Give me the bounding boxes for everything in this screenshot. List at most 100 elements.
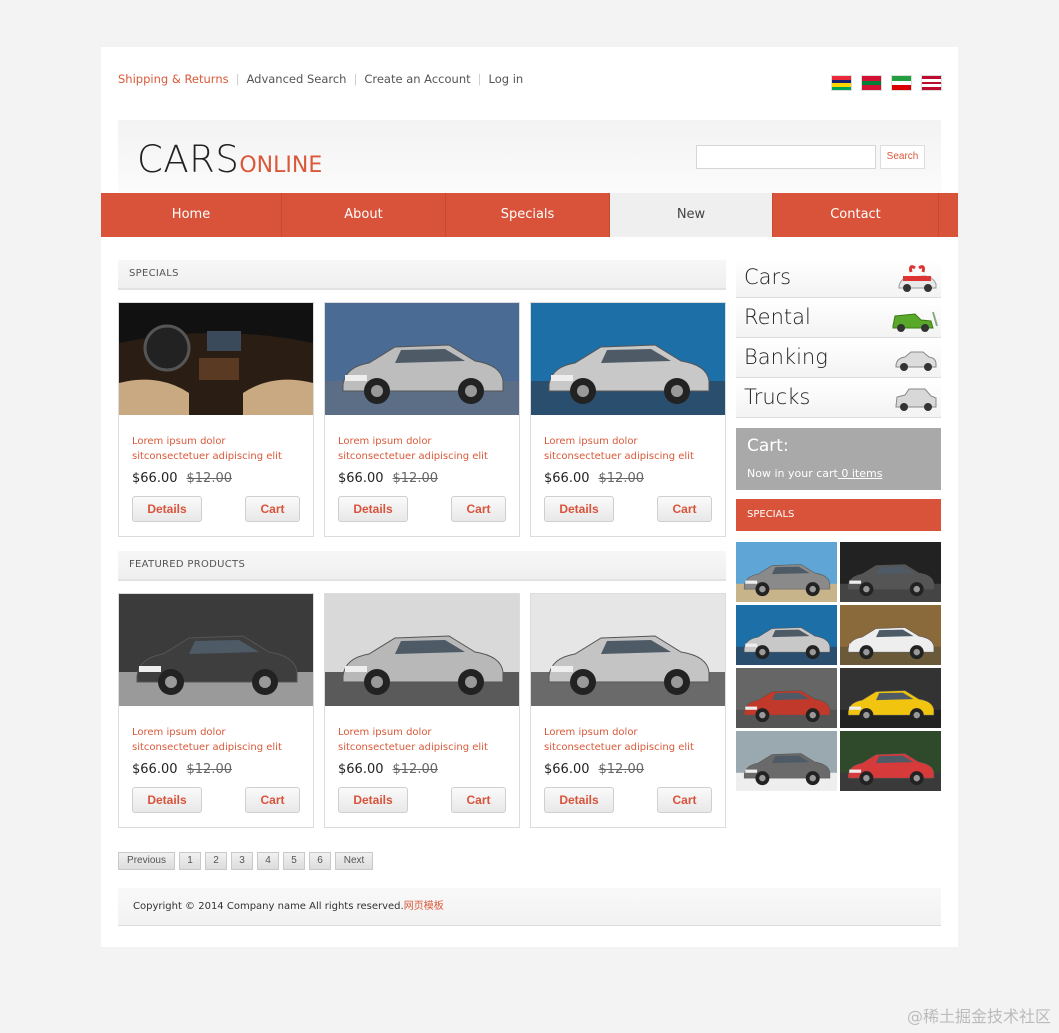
- special-product-card: Lorem ipsum dolor sitconsectetuer adipis…: [324, 302, 520, 537]
- special-product-card: Lorem ipsum dolor sitconsectetuer adipis…: [118, 302, 314, 537]
- special-thumbnail[interactable]: [840, 605, 941, 665]
- header: CARSONLINE Search: [118, 120, 941, 193]
- product-price: $66.00 $12.00: [338, 471, 438, 486]
- pagination: Previous 1 2 3 4 5 6 Next: [118, 852, 373, 870]
- product-image[interactable]: [325, 303, 519, 415]
- category-rental[interactable]: Rental: [736, 300, 941, 338]
- flag-iran-icon[interactable]: [891, 75, 912, 91]
- specials-section-title: SPECIALS: [118, 260, 726, 290]
- details-button[interactable]: Details: [544, 787, 614, 813]
- featured-product-card: Lorem ipsum dolor sitconsectetuer adipis…: [530, 593, 726, 828]
- pager-page-5[interactable]: 5: [283, 852, 305, 870]
- product-image[interactable]: [119, 303, 313, 415]
- product-description[interactable]: Lorem ipsum dolor sitconsectetuer adipis…: [544, 434, 716, 464]
- create-account-link[interactable]: Create an Account: [364, 72, 470, 86]
- logo-main-text: CARS: [137, 138, 240, 181]
- category-banking[interactable]: Banking: [736, 340, 941, 378]
- nav-new[interactable]: New: [610, 193, 773, 237]
- product-description[interactable]: Lorem ipsum dolor sitconsectetuer adipis…: [544, 725, 716, 755]
- special-thumbnail[interactable]: [736, 668, 837, 728]
- special-thumbnail[interactable]: [840, 731, 941, 791]
- details-button[interactable]: Details: [544, 496, 614, 522]
- old-price: $12.00: [392, 762, 439, 777]
- current-price: $66.00: [338, 762, 384, 777]
- pager-page-2[interactable]: 2: [205, 852, 227, 870]
- details-button[interactable]: Details: [132, 787, 202, 813]
- cart-items-link[interactable]: 0 items: [838, 467, 882, 480]
- cart-status: Now in your cart 0 items: [747, 467, 883, 480]
- add-to-cart-button[interactable]: Cart: [451, 496, 506, 522]
- category-label: Cars: [744, 265, 792, 289]
- current-price: $66.00: [544, 762, 590, 777]
- old-price: $12.00: [186, 762, 233, 777]
- add-to-cart-button[interactable]: Cart: [657, 496, 712, 522]
- special-thumbnail[interactable]: [736, 731, 837, 791]
- nav-specials[interactable]: Specials: [446, 193, 610, 237]
- product-price: $66.00 $12.00: [544, 471, 644, 486]
- pager-next[interactable]: Next: [335, 852, 373, 870]
- special-thumbnail[interactable]: [736, 542, 837, 602]
- sidebar-specials-title: SPECIALS: [736, 499, 941, 531]
- featured-product-card: Lorem ipsum dolor sitconsectetuer adipis…: [118, 593, 314, 828]
- product-description[interactable]: Lorem ipsum dolor sitconsectetuer adipis…: [132, 434, 304, 464]
- product-image[interactable]: [531, 303, 725, 415]
- green-car-icon: [892, 311, 938, 332]
- language-flags: [831, 75, 942, 91]
- special-thumbnail[interactable]: [840, 542, 941, 602]
- old-price: $12.00: [186, 471, 233, 486]
- advanced-search-link[interactable]: Advanced Search: [246, 72, 346, 86]
- pager-previous[interactable]: Previous: [118, 852, 175, 870]
- footer: Copyright © 2014 Company name All rights…: [118, 888, 941, 926]
- add-to-cart-button[interactable]: Cart: [451, 787, 506, 813]
- silver-car-icon: [895, 351, 937, 371]
- copyright-text: Copyright © 2014 Company name All rights…: [133, 901, 404, 912]
- product-image[interactable]: [325, 594, 519, 706]
- product-price: $66.00 $12.00: [338, 762, 438, 777]
- category-trucks[interactable]: Trucks: [736, 380, 941, 418]
- special-thumbnail[interactable]: [840, 668, 941, 728]
- product-image[interactable]: [531, 594, 725, 706]
- current-price: $66.00: [132, 471, 178, 486]
- add-to-cart-button[interactable]: Cart: [657, 787, 712, 813]
- watermark: @稀土掘金技术社区: [906, 1007, 1051, 1026]
- category-label: Rental: [744, 305, 811, 329]
- product-description[interactable]: Lorem ipsum dolor sitconsectetuer adipis…: [338, 725, 510, 755]
- details-button[interactable]: Details: [338, 787, 408, 813]
- top-links: Shipping & Returns | Advanced Search | Creat…: [118, 72, 524, 86]
- search-button[interactable]: Search: [880, 145, 925, 169]
- logo[interactable]: CARSONLINE: [137, 138, 322, 181]
- nav-contact[interactable]: Contact: [773, 193, 939, 237]
- nav-home[interactable]: Home: [101, 193, 282, 237]
- pager-page-6[interactable]: 6: [309, 852, 331, 870]
- nav-about[interactable]: About: [282, 193, 446, 237]
- shipping-returns-link[interactable]: Shipping & Returns: [118, 72, 229, 86]
- login-link[interactable]: Log in: [489, 72, 524, 86]
- logo-accent-text: ONLINE: [239, 153, 323, 178]
- add-to-cart-button[interactable]: Cart: [245, 496, 300, 522]
- details-button[interactable]: Details: [132, 496, 202, 522]
- search-input[interactable]: [696, 145, 876, 169]
- current-price: $66.00: [544, 471, 590, 486]
- silver-suv-icon: [895, 388, 937, 411]
- special-product-card: Lorem ipsum dolor sitconsectetuer adipis…: [530, 302, 726, 537]
- pager-page-4[interactable]: 4: [257, 852, 279, 870]
- product-description[interactable]: Lorem ipsum dolor sitconsectetuer adipis…: [132, 725, 304, 755]
- gift-car-icon: [898, 265, 937, 292]
- featured-section-title: FEATURED PRODUCTS: [118, 551, 726, 581]
- pager-page-3[interactable]: 3: [231, 852, 253, 870]
- product-description[interactable]: Lorem ipsum dolor sitconsectetuer adipis…: [338, 434, 510, 464]
- category-cars[interactable]: Cars: [736, 260, 941, 298]
- old-price: $12.00: [598, 471, 645, 486]
- special-thumbnail[interactable]: [736, 605, 837, 665]
- pager-page-1[interactable]: 1: [179, 852, 201, 870]
- product-image[interactable]: [119, 594, 313, 706]
- product-price: $66.00 $12.00: [132, 762, 232, 777]
- add-to-cart-button[interactable]: Cart: [245, 787, 300, 813]
- flag-mauritius-icon[interactable]: [831, 75, 852, 91]
- flag-maldives-icon[interactable]: [861, 75, 882, 91]
- footer-template-link[interactable]: 网页模板: [404, 901, 444, 912]
- flag-liberia-icon[interactable]: [921, 75, 942, 91]
- main-nav: Home About Specials New Contact: [101, 193, 958, 237]
- specials-thumbnails: [736, 542, 942, 791]
- details-button[interactable]: Details: [338, 496, 408, 522]
